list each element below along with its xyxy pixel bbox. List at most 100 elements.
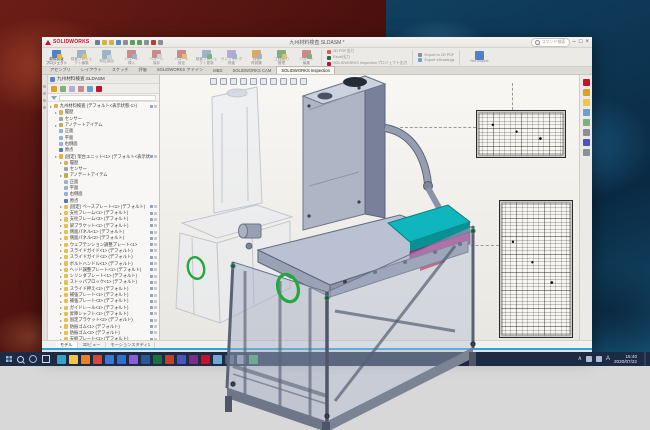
featuremanager-tab-icon[interactable] [51,86,57,92]
design-library-icon[interactable] [583,89,590,96]
tree-item[interactable]: 右側面 [48,141,159,147]
ime-indicator[interactable]: A [606,356,610,362]
display-pane-icons[interactable] [150,268,157,271]
taskbar-app-onenote[interactable] [189,355,198,364]
rebuild-icon[interactable] [151,40,156,45]
taskbar-clock[interactable]: 15:40 2020/07/22 [614,354,637,364]
display-pane-icons[interactable] [150,155,157,158]
net-inspect-button[interactable]: Net Inspect [462,49,496,66]
ribbon-button-サンプリング[interactable]: サンプリング検査 [219,49,244,66]
network-icon[interactable] [586,356,592,362]
solidworks-resources-icon[interactable] [583,79,590,86]
ribbon-button-検査プロジェ[interactable]: 検査プロジェクト更新 [194,49,219,66]
solidworks-logo[interactable]: SOLIDWORKS [45,39,89,45]
tree-item[interactable]: ▸アノテートアイテム [48,122,159,128]
display-pane-icons[interactable] [150,256,157,259]
taskbar-app-store[interactable] [129,355,138,364]
display-pane-icons[interactable] [150,224,157,227]
command-search-box[interactable]: コマンド検索 [531,38,570,47]
taskbar-app-mail[interactable] [117,355,126,364]
taskbar-app-teams[interactable] [177,355,186,364]
taskbar-app-file-explorer[interactable] [69,355,78,364]
minimize-button[interactable]: – [573,39,576,45]
close-button[interactable]: × [585,39,589,45]
maximize-button[interactable]: □ [579,39,583,45]
display-pane-icons[interactable] [150,275,157,278]
filter-icon[interactable] [51,96,57,100]
taskbar-app-chrome[interactable] [93,355,102,364]
tree-item[interactable]: センサー [48,116,159,122]
dimxpertmanager-tab-icon[interactable] [78,86,84,92]
displaymanager-tab-icon[interactable] [87,86,93,92]
assembly-3d-model[interactable] [205,66,505,430]
tree-item[interactable]: ▸履歴 [48,109,159,115]
export-item[interactable]: 2D PDF出力 [327,49,407,54]
ribbon-button-バルーン[interactable]: バルーン挿入 [119,49,144,66]
display-pane-icons[interactable] [150,212,157,215]
drawing-view-side[interactable] [499,200,573,338]
tab-アセンブリ[interactable]: アセンブリ [45,65,76,74]
task-view-icon[interactable] [42,355,50,363]
ribbon-button-検査プロジェ[interactable]: 検査プロジェクト編集 [69,49,94,66]
filter-input[interactable] [59,95,156,101]
display-pane-icons[interactable] [150,237,157,240]
home-icon[interactable] [95,40,100,45]
tree-item[interactable]: 正面 [48,128,159,134]
volume-icon[interactable] [596,356,602,362]
ribbon-button-バルーン[interactable]: バルーン保存 [144,49,169,66]
display-pane-icons[interactable] [150,306,157,309]
tab-SOLIDWORKS アドイン[interactable]: SOLIDWORKS アドイン [152,65,208,74]
tab-スケッチ[interactable]: スケッチ [107,65,134,74]
tree-item[interactable]: 原点 [48,147,159,153]
display-pane-icons[interactable] [150,325,157,328]
taskbar-app-photos[interactable] [105,355,114,364]
show-desktop-button[interactable] [644,352,646,366]
ribbon-button-バルーン[interactable]: バルーン設定 [169,49,194,66]
display-pane-icons[interactable] [150,218,157,221]
file-explorer-icon[interactable] [583,99,590,106]
export-item[interactable]: Export eDrawings [418,58,454,62]
tray-chevron-icon[interactable]: ∧ [578,356,582,362]
undo-icon[interactable] [130,40,135,45]
export-item[interactable]: Export to 2D PDF [418,53,454,57]
display-pane-icons[interactable] [150,312,157,315]
taskbar-search-icon[interactable] [17,356,24,363]
display-pane-icons[interactable] [150,262,157,265]
taskbar-app-word[interactable] [141,355,150,364]
tree-item[interactable]: 平面 [48,134,159,140]
select-icon[interactable] [144,40,149,45]
document-tab[interactable]: 九州材料検査.SLDASM [48,75,159,84]
display-pane-icons[interactable] [150,281,157,284]
display-pane-icons[interactable] [150,243,157,246]
taskbar-app-edge[interactable] [57,355,66,364]
model-tab-モーションスタディ1[interactable]: モーションスタディ1 [107,342,156,348]
redo-icon[interactable] [137,40,142,45]
display-pane-icons[interactable] [150,331,157,334]
ribbon-button-特性追加[interactable]: 特性追加 [94,49,119,66]
inspection-tab-tab-icon[interactable] [96,86,102,92]
display-pane-icons[interactable] [150,287,157,290]
print-icon[interactable] [123,40,128,45]
model-tab-3Dビュー[interactable]: 3Dビュー [79,342,106,348]
ribbon-button-工程能力[interactable]: 工程能力管理 [269,49,294,66]
custom-properties-icon[interactable] [583,129,590,136]
display-pane-icons[interactable] [150,319,157,322]
display-pane-icons[interactable] [150,338,157,340]
export-item[interactable]: Excel出力 [327,55,407,60]
display-pane-icons[interactable] [150,231,157,234]
tab-評価[interactable]: 評価 [133,65,151,74]
display-pane-icons[interactable] [150,105,157,108]
new-document-icon[interactable] [102,40,107,45]
tree-item[interactable]: ▸九州材料検査 (デフォルト<表示状態-1>) [48,103,159,109]
taskbar-app-powerpoint[interactable] [165,355,174,364]
display-pane-icons[interactable] [150,249,157,252]
ribbon-button-特性[interactable]: 特性再認識 [244,49,269,66]
options-icon[interactable] [158,40,163,45]
view-palette-icon[interactable] [583,109,590,116]
save-icon[interactable] [116,40,121,45]
tab-レイアウト[interactable]: レイアウト [76,65,107,74]
start-button[interactable] [6,356,12,362]
ribbon-button-新規検査[interactable]: 新規検査プロジェクト [44,49,69,66]
cortana-icon[interactable] [29,355,37,363]
taskbar-app-excel[interactable] [153,355,162,364]
